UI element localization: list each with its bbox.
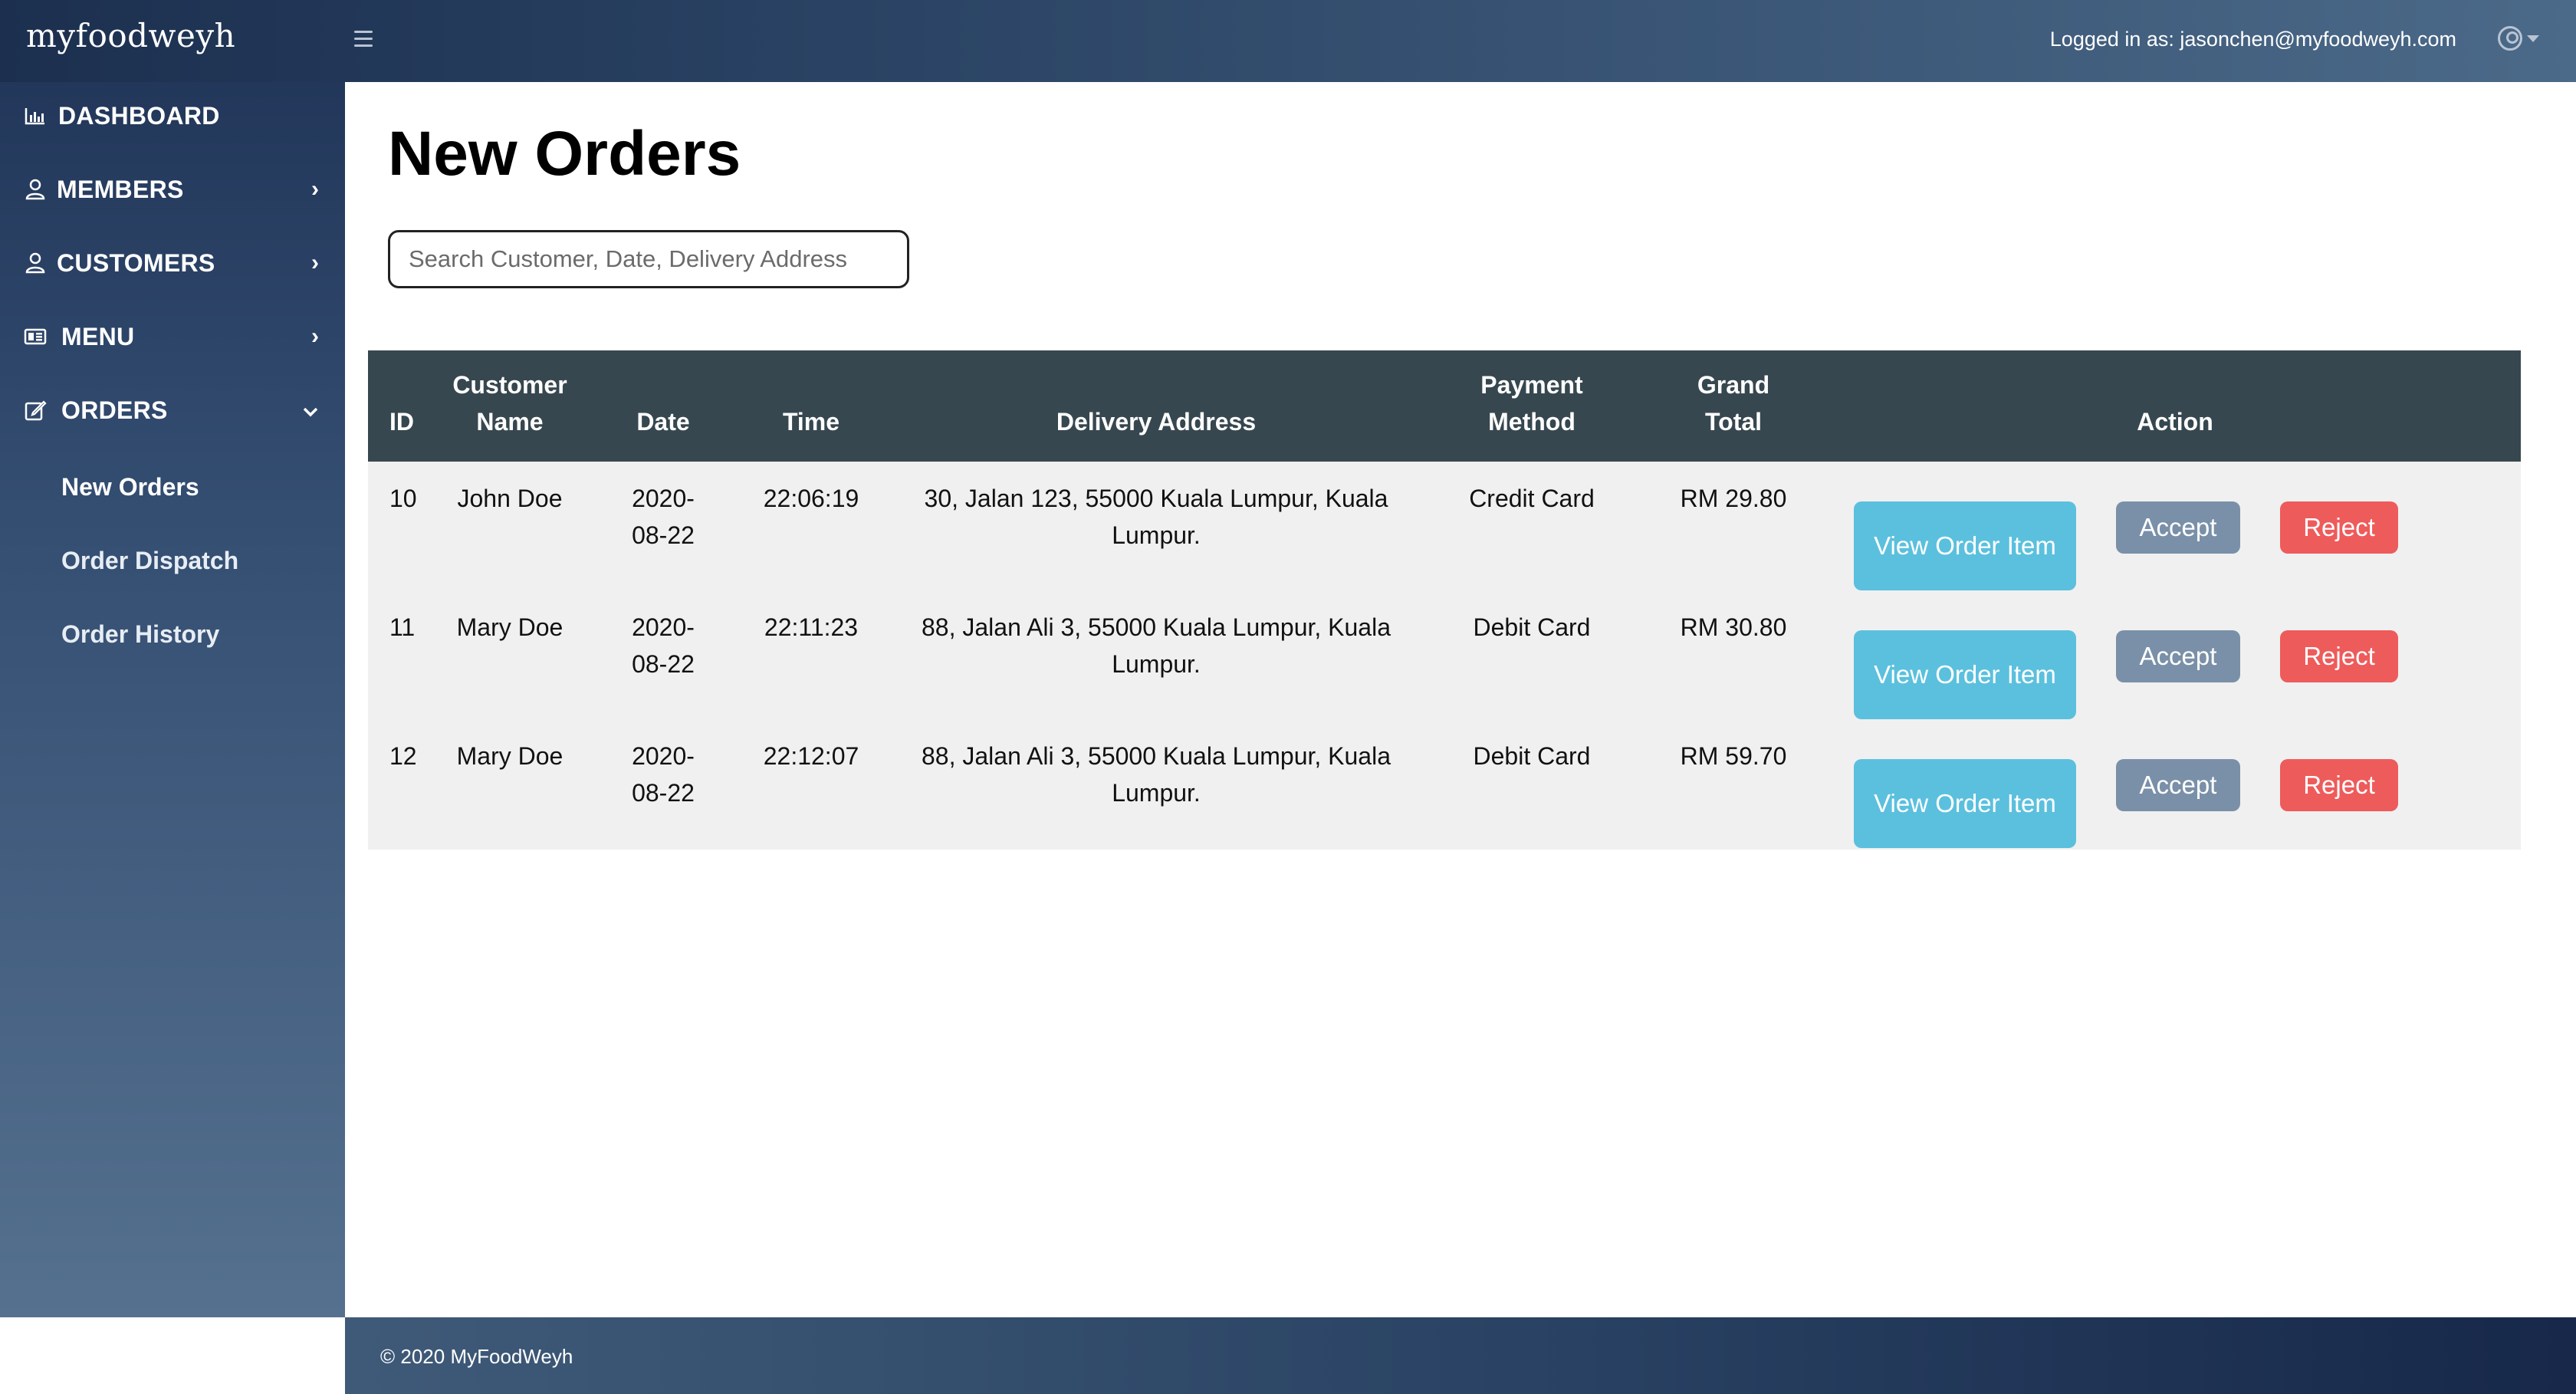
sidebar-item-label: DASHBOARD xyxy=(58,101,220,130)
column-header-time[interactable]: Time xyxy=(736,350,886,462)
accept-button[interactable]: Accept xyxy=(2116,501,2240,554)
sidebar-item-label: CUSTOMERS xyxy=(57,248,215,277)
cell-customer: John Doe xyxy=(457,485,563,512)
brand-logo[interactable]: myfoodweyh xyxy=(26,17,235,54)
accept-button[interactable]: Accept xyxy=(2116,630,2240,682)
cell-date: 2020-08-22 xyxy=(632,485,695,549)
cell-time: 22:12:07 xyxy=(763,742,859,770)
footer: © 2020 MyFoodWeyh xyxy=(345,1317,2576,1394)
table-header-row: ID Customer Name Date Time Delivery Addr… xyxy=(368,350,2521,462)
cell-id: 12 xyxy=(389,742,417,770)
cell-address: 30, Jalan 123, 55000 Kuala Lumpur, Kuala… xyxy=(924,485,1388,549)
cell-customer: Mary Doe xyxy=(456,742,564,770)
chart-icon xyxy=(23,104,48,128)
column-header-payment[interactable]: Payment Method xyxy=(1426,350,1638,462)
cell-id: 11 xyxy=(389,613,416,641)
table-row: 11 Mary Doe 2020-08-22 22:11:23 88, Jala… xyxy=(368,590,2521,719)
orders-table: ID Customer Name Date Time Delivery Addr… xyxy=(368,350,2521,850)
column-header-action: Action xyxy=(2137,408,2213,436)
cell-total: RM 29.80 xyxy=(1680,485,1787,512)
accept-button[interactable]: Accept xyxy=(2116,759,2240,811)
sidebar-item-orders[interactable]: ORDERS xyxy=(0,380,345,441)
user-circle-icon xyxy=(2498,26,2522,51)
search-input[interactable] xyxy=(388,230,909,288)
sidebar-item-label: MENU xyxy=(61,322,135,350)
view-order-item-button[interactable]: View Order Item xyxy=(1854,630,2076,719)
view-order-item-button[interactable]: View Order Item xyxy=(1854,759,2076,848)
submenu-order-dispatch[interactable]: Order Dispatch xyxy=(61,538,238,584)
cell-address: 88, Jalan Ali 3, 55000 Kuala Lumpur, Kua… xyxy=(922,613,1391,678)
user-menu-dropdown[interactable] xyxy=(2498,23,2539,54)
chevron-right-icon: › xyxy=(311,176,319,202)
cell-total: RM 59.70 xyxy=(1680,742,1787,770)
view-order-item-button[interactable]: View Order Item xyxy=(1854,501,2076,590)
cell-customer: Mary Doe xyxy=(456,613,564,641)
column-header-total[interactable]: Grand Total xyxy=(1638,350,1829,462)
page-title: New Orders xyxy=(388,119,741,189)
cell-time: 22:11:23 xyxy=(764,613,859,641)
chevron-right-icon: › xyxy=(311,324,319,349)
sidebar: DASHBOARD MEMBERS › CUSTOMERS › MENU › O… xyxy=(0,82,345,1317)
hamburger-menu-icon[interactable] xyxy=(354,23,380,54)
cell-date: 2020-08-22 xyxy=(632,742,695,807)
sidebar-item-label: ORDERS xyxy=(61,396,168,424)
copyright-text: © 2020 MyFoodWeyh xyxy=(380,1345,573,1368)
cell-payment: Debit Card xyxy=(1473,613,1591,641)
submenu-new-orders[interactable]: New Orders xyxy=(61,464,199,510)
menu-card-icon xyxy=(23,324,48,349)
cell-total: RM 30.80 xyxy=(1680,613,1787,641)
caret-down-icon xyxy=(2527,35,2539,42)
chevron-right-icon: › xyxy=(311,250,319,275)
chevron-down-icon xyxy=(302,399,319,422)
edit-icon xyxy=(23,398,48,422)
sidebar-item-label: MEMBERS xyxy=(57,175,184,203)
cell-id: 10 xyxy=(389,485,417,512)
column-header-address[interactable]: Delivery Address xyxy=(886,350,1426,462)
reject-button[interactable]: Reject xyxy=(2280,630,2398,682)
cell-address: 88, Jalan Ali 3, 55000 Kuala Lumpur, Kua… xyxy=(922,742,1391,807)
cell-payment: Credit Card xyxy=(1469,485,1595,512)
reject-button[interactable]: Reject xyxy=(2280,501,2398,554)
submenu-order-history[interactable]: Order History xyxy=(61,611,219,657)
sidebar-item-menu[interactable]: MENU › xyxy=(0,306,345,367)
column-header-date[interactable]: Date xyxy=(590,350,736,462)
column-header-customer[interactable]: Customer Name xyxy=(429,350,590,462)
cell-payment: Debit Card xyxy=(1473,742,1591,770)
reject-button[interactable]: Reject xyxy=(2280,759,2398,811)
sidebar-item-dashboard[interactable]: DASHBOARD xyxy=(0,85,345,146)
user-icon xyxy=(23,177,48,202)
table-row: 12 Mary Doe 2020-08-22 22:12:07 88, Jala… xyxy=(368,719,2521,850)
logged-in-text: Logged in as: jasonchen@myfoodweyh.com xyxy=(2049,28,2456,51)
sidebar-item-members[interactable]: MEMBERS › xyxy=(0,159,345,220)
cell-time: 22:06:19 xyxy=(763,485,859,512)
cell-date: 2020-08-22 xyxy=(632,613,695,678)
table-row: 10 John Doe 2020-08-22 22:06:19 30, Jala… xyxy=(368,462,2521,590)
column-header-id[interactable]: ID xyxy=(368,350,429,462)
sidebar-item-customers[interactable]: CUSTOMERS › xyxy=(0,232,345,294)
user-icon xyxy=(23,251,48,275)
top-navbar: myfoodweyh Logged in as: jasonchen@myfoo… xyxy=(0,0,2576,82)
